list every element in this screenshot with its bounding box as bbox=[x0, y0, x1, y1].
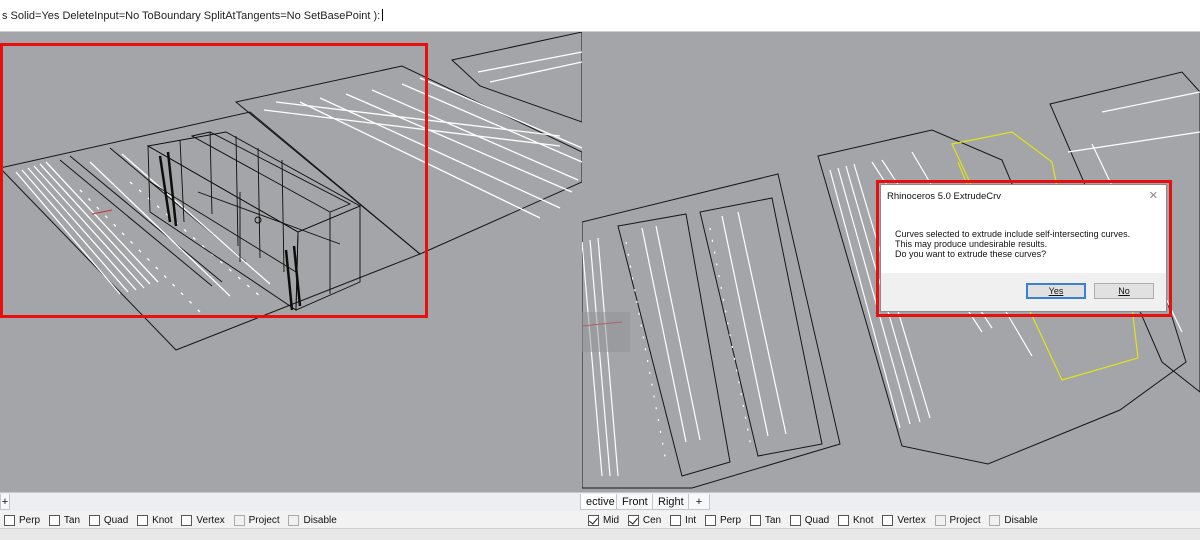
dialog-title: Rhinoceros 5.0 ExtrudeCrv bbox=[887, 191, 1002, 202]
viewport-tabs-left: + bbox=[0, 492, 580, 511]
checkbox-icon[interactable] bbox=[4, 515, 15, 526]
checkbox-icon[interactable] bbox=[233, 515, 245, 526]
tab-add-left[interactable]: + bbox=[0, 494, 10, 510]
command-line[interactable]: s Solid=Yes DeleteInput=No ToBoundary Sp… bbox=[0, 0, 1200, 32]
dialog-message-line: This may produce undesirable results. bbox=[895, 239, 1048, 249]
osnap-cen[interactable]: Cen bbox=[627, 515, 661, 526]
osnap-quad[interactable]: Quad bbox=[88, 515, 128, 526]
osnap-disable[interactable]: Disable bbox=[288, 515, 337, 526]
text-caret bbox=[382, 9, 384, 21]
yes-button[interactable]: Yes bbox=[1026, 283, 1086, 299]
dialog-message: Curves selected to extrude include self-… bbox=[895, 229, 1130, 259]
checkbox-icon[interactable] bbox=[48, 515, 60, 526]
checkbox-icon[interactable] bbox=[137, 515, 149, 526]
tab-right[interactable]: Right bbox=[652, 494, 690, 510]
checkbox-checked-icon[interactable] bbox=[588, 515, 599, 526]
osnap-disable[interactable]: Disable bbox=[989, 515, 1038, 526]
checkbox-icon[interactable] bbox=[749, 515, 761, 526]
dialog-message-line: Curves selected to extrude include self-… bbox=[895, 229, 1131, 239]
osnap-project[interactable]: Project bbox=[934, 515, 981, 526]
osnap-bar-right: Mid Cen Int Perp Tan Quad Knot Vertex Pr… bbox=[580, 511, 1200, 528]
dialog-message-line: Do you want to extrude these curves? bbox=[895, 249, 1047, 259]
osnap-vertex[interactable]: Vertex bbox=[882, 515, 926, 526]
command-prompt: s Solid=Yes DeleteInput=No ToBoundary Sp… bbox=[2, 9, 384, 22]
checkbox-icon[interactable] bbox=[989, 515, 1001, 526]
osnap-project[interactable]: Project bbox=[233, 515, 280, 526]
osnap-quad[interactable]: Quad bbox=[789, 515, 829, 526]
viewport-tabs-right: ective Front Right + bbox=[580, 492, 1200, 511]
checkbox-icon[interactable] bbox=[934, 515, 946, 526]
checkbox-icon[interactable] bbox=[704, 515, 716, 526]
osnap-bar-left: Perp Tan Quad Knot Vertex Project Disabl… bbox=[0, 511, 580, 528]
osnap-int[interactable]: Int bbox=[670, 515, 696, 526]
osnap-tan[interactable]: Tan bbox=[749, 515, 781, 526]
tab-perspective[interactable]: ective bbox=[580, 494, 621, 510]
dialog-button-bar: Yes No bbox=[881, 273, 1166, 311]
checkbox-icon[interactable] bbox=[288, 515, 300, 526]
osnap-knot[interactable]: Knot bbox=[137, 515, 173, 526]
checkbox-icon[interactable] bbox=[670, 515, 682, 526]
checkbox-icon[interactable] bbox=[789, 515, 801, 526]
tab-front[interactable]: Front bbox=[616, 494, 654, 510]
checkbox-icon[interactable] bbox=[88, 515, 100, 526]
osnap-knot[interactable]: Knot bbox=[838, 515, 874, 526]
no-button[interactable]: No bbox=[1094, 283, 1154, 299]
checkbox-icon[interactable] bbox=[838, 515, 850, 526]
close-icon[interactable]: ✕ bbox=[1149, 189, 1158, 202]
osnap-mid[interactable]: Mid bbox=[588, 515, 619, 526]
osnap-vertex[interactable]: Vertex bbox=[181, 515, 225, 526]
checkbox-checked-icon[interactable] bbox=[627, 515, 639, 526]
checkbox-icon[interactable] bbox=[882, 515, 894, 526]
highlight-box-left bbox=[0, 43, 428, 318]
extrude-warning-dialog: Rhinoceros 5.0 ExtrudeCrv ✕ Curves selec… bbox=[880, 184, 1167, 312]
tab-add[interactable]: + bbox=[688, 494, 710, 510]
osnap-tan[interactable]: Tan bbox=[48, 515, 80, 526]
osnap-perp[interactable]: Perp bbox=[4, 515, 40, 526]
osnap-perp[interactable]: Perp bbox=[704, 515, 741, 526]
status-bar bbox=[0, 528, 1200, 540]
checkbox-icon[interactable] bbox=[181, 515, 193, 526]
